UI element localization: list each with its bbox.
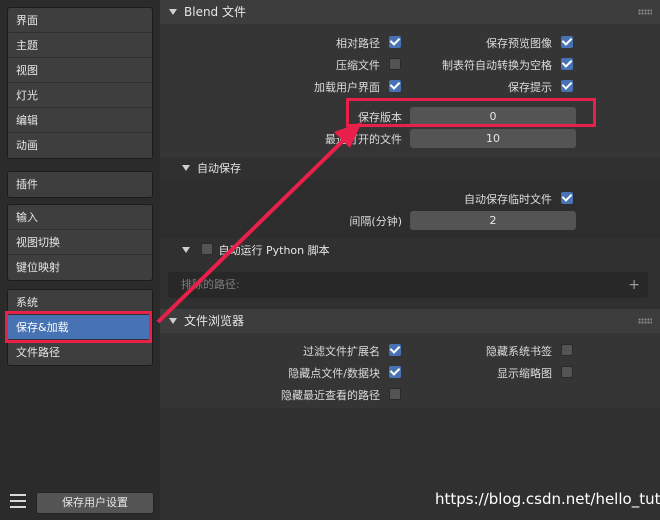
annotation-arrow — [156, 122, 362, 324]
watermark: https://blog.csdn.net/hello_tute — [435, 490, 660, 508]
